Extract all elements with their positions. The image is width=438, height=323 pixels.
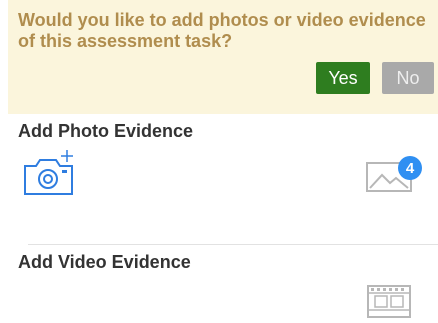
photo-section-title: Add Photo Evidence [18,121,194,141]
video-section-title: Add Video Evidence [18,252,191,272]
photo-count-badge: 4 [398,156,422,180]
section-divider [28,244,438,245]
yes-button[interactable]: Yes [316,62,370,94]
camera-plus-icon[interactable] [22,150,78,201]
prompt-question: Would you like to add photos or video ev… [18,10,426,51]
no-button[interactable]: No [382,62,434,94]
film-strip-icon[interactable] [367,285,411,323]
evidence-prompt-banner: Would you like to add photos or video ev… [8,0,438,114]
